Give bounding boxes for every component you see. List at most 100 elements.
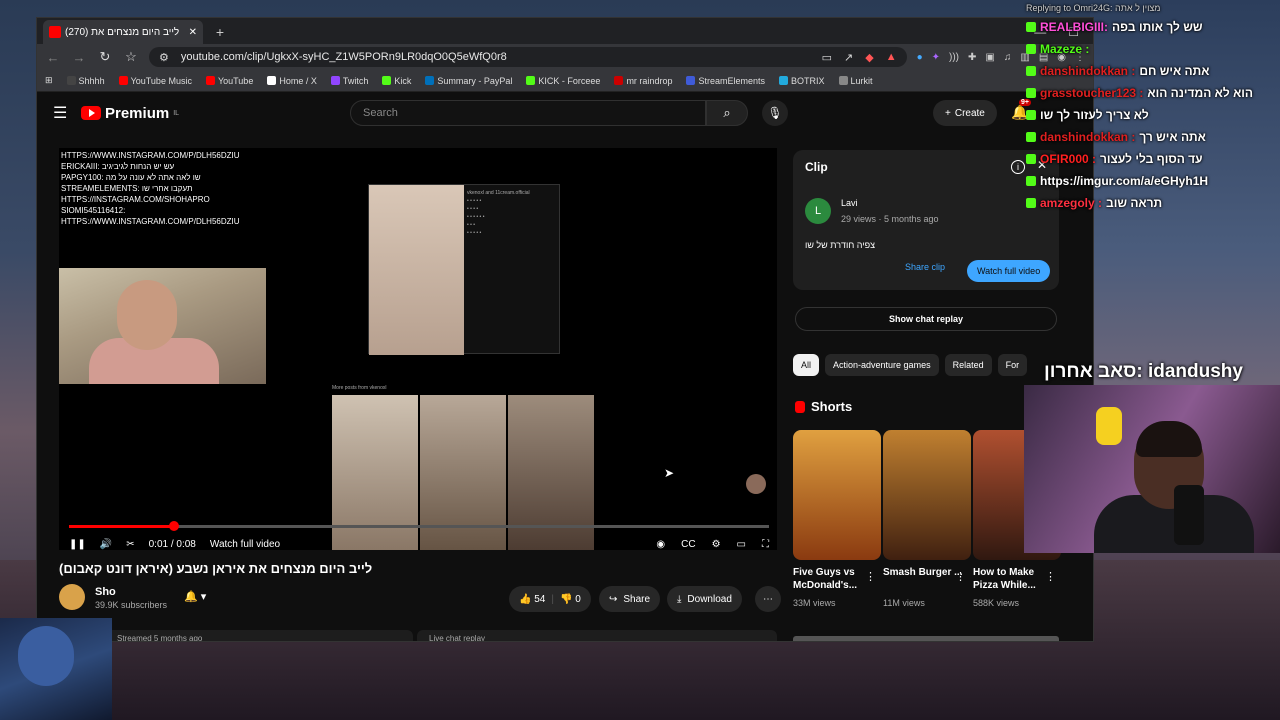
clip-author[interactable]: Lavi xyxy=(841,198,858,208)
scissors-icon[interactable]: ✂ xyxy=(126,539,134,550)
short-thumbnail[interactable] xyxy=(793,430,881,560)
volume-icon[interactable]: 🔊 xyxy=(100,539,112,550)
bookmark-item[interactable]: YouTube Music xyxy=(118,75,192,86)
short-title[interactable]: Smash Burger ... xyxy=(883,566,963,579)
bookmark-label: StreamElements xyxy=(698,75,765,86)
like-button[interactable]: 👍 54 xyxy=(519,594,545,605)
mouse-cursor-icon: ➤ xyxy=(664,466,675,480)
filter-chip[interactable]: All xyxy=(793,354,820,376)
video-player[interactable]: HTTPS://WWW.INSTAGRAM.COM/P/DLH56DZIU ERI… xyxy=(59,148,777,550)
live-chat-replay-box[interactable]: Live chat replay xyxy=(417,630,777,641)
clip-author-avatar[interactable]: L xyxy=(805,198,831,224)
bookmark-item[interactable]: Home / X xyxy=(267,76,317,86)
short-thumbnail[interactable] xyxy=(883,430,971,560)
bookmark-label: mr raindrop xyxy=(626,75,673,86)
watch-full-video-link[interactable]: Watch full video xyxy=(210,539,280,550)
more-vert-icon[interactable]: ⋮ xyxy=(865,570,876,583)
bookmark-icon xyxy=(838,76,848,85)
bookmark-item[interactable]: mr raindrop xyxy=(614,76,672,86)
brave-shield-icon[interactable]: ◆ xyxy=(865,51,873,64)
short-title[interactable]: Five Guys vs McDonald's... xyxy=(793,566,873,592)
recommended-item[interactable] xyxy=(793,636,1059,641)
settings-icon[interactable]: ⚙ xyxy=(712,539,721,550)
voice-search-button[interactable]: 🎙 xyxy=(762,100,788,126)
share-label: Share xyxy=(623,593,651,605)
show-chat-replay-button[interactable]: Show chat replay xyxy=(795,307,1057,331)
extension-icon[interactable]: ✦ xyxy=(932,52,940,63)
fullscreen-icon[interactable]: ⛶ xyxy=(762,539,769,550)
extension-icon[interactable]: ▣ xyxy=(985,52,994,63)
filter-chip[interactable]: Related xyxy=(944,354,992,376)
clip-description: צפיה חודרת של שו xyxy=(805,240,876,250)
subscribed-bell-button[interactable]: 🔔 ▾ xyxy=(184,590,206,603)
reload-icon[interactable]: ↻ xyxy=(97,49,113,65)
bookmark-item[interactable]: Twitch xyxy=(330,75,369,86)
webcam-hair xyxy=(1136,421,1202,457)
filter-chip[interactable]: Action-adventure games xyxy=(825,354,939,376)
music-icon[interactable]: ♫ xyxy=(1004,52,1012,63)
dislike-button[interactable]: 👎 0 xyxy=(560,594,581,605)
bookmark-star-icon[interactable]: ☆ xyxy=(123,49,139,65)
miniplayer-icon[interactable]: ▭ xyxy=(737,539,746,550)
youtube-logo[interactable]: Premium IL xyxy=(81,105,179,122)
scrubber-handle[interactable] xyxy=(169,521,179,531)
download-button[interactable]: ⤓ Download xyxy=(667,586,742,612)
browser-tab[interactable]: לייב היום מנצחים את (270) ✕ xyxy=(43,20,203,44)
pause-icon[interactable]: ❚❚ xyxy=(69,539,86,550)
autoplay-toggle-icon[interactable]: ◉ xyxy=(656,539,665,550)
chat-text: לא צריך לעזור לך שו xyxy=(1040,108,1149,122)
info-icon[interactable]: i xyxy=(1011,160,1025,174)
install-icon[interactable]: ▭ xyxy=(822,51,832,64)
search-input[interactable]: Search xyxy=(350,100,706,126)
description-box[interactable]: Streamed 5 months ago xyxy=(59,630,413,641)
progress-bar[interactable] xyxy=(69,521,769,531)
browser-window: לייב היום מנצחים את (270) ✕ + — ☐ ← → ↻ … xyxy=(36,17,1094,642)
url-field[interactable]: ⚙ youtube.com/clip/UgkxX-syHC_Z1W5PORn9L… xyxy=(149,47,907,67)
clip-heading: Clip xyxy=(805,160,828,174)
short-title[interactable]: How to Make Pizza While... xyxy=(973,566,1053,592)
avatar-figure xyxy=(18,626,74,686)
site-info-icon[interactable]: ⚙ xyxy=(159,51,169,64)
channel-name[interactable]: Sho xyxy=(95,586,116,598)
new-tab-button[interactable]: + xyxy=(209,24,231,40)
bookmark-item[interactable]: Kick xyxy=(382,76,411,86)
puzzle-icon[interactable]: ✚ xyxy=(968,52,976,63)
bookmark-label: YouTube Music xyxy=(130,75,192,86)
more-vert-icon[interactable]: ⋮ xyxy=(955,570,966,583)
captions-icon[interactable]: CC xyxy=(681,539,695,550)
video-chat-line: HTTPS://WWW.INSTAGRAM.COM/P/DLH56DZIU xyxy=(61,217,240,226)
bookmark-item[interactable]: KICK - Forceee xyxy=(526,76,600,86)
channel-avatar[interactable] xyxy=(59,584,85,610)
extension-icon[interactable]: ● xyxy=(917,52,923,63)
create-button[interactable]: + Create xyxy=(933,100,997,126)
badge-icon xyxy=(1026,88,1036,98)
bookmark-item[interactable]: BOTRIX xyxy=(778,75,825,86)
bookmark-item[interactable]: YouTube xyxy=(205,75,254,86)
hamburger-menu-icon[interactable]: ☰ xyxy=(53,103,81,123)
more-actions-button[interactable]: ⋯ xyxy=(755,586,781,612)
search-button[interactable]: ⌕ xyxy=(706,100,748,126)
bookmark-item[interactable]: Lurkit xyxy=(838,76,873,86)
bookmark-label: BOTRIX xyxy=(790,75,825,86)
bookmark-item[interactable]: StreamElements xyxy=(686,76,765,86)
close-tab-icon[interactable]: ✕ xyxy=(189,27,197,38)
instagram-comments: vkenoxl and 11cream.official • • • • • • •… xyxy=(467,190,530,236)
forward-icon[interactable]: → xyxy=(71,50,87,65)
share-clip-button[interactable]: Share clip xyxy=(905,262,945,272)
rewards-icon[interactable]: ▲ xyxy=(886,51,897,63)
extension-icon[interactable]: ))) xyxy=(949,52,959,63)
clip-meta: 29 views · 5 months ago xyxy=(841,214,939,224)
apps-grid-icon[interactable]: ⊞ xyxy=(45,75,53,86)
watch-full-video-button[interactable]: Watch full video xyxy=(967,260,1051,282)
share-button[interactable]: ↪ Share xyxy=(599,586,661,612)
bookmark-label: Twitch xyxy=(342,75,369,86)
bookmark-label: YouTube xyxy=(217,75,254,86)
bookmark-icon xyxy=(614,76,624,85)
bookmark-item[interactable]: Shhhh xyxy=(66,76,105,86)
share-icon[interactable]: ↗ xyxy=(844,51,853,64)
filter-chip[interactable]: For xyxy=(997,354,1028,376)
bookmark-item[interactable]: Summary - PayPal xyxy=(425,76,512,86)
time-display: 0:01 / 0:08 xyxy=(148,538,196,550)
more-vert-icon[interactable]: ⋮ xyxy=(1045,570,1056,583)
back-icon[interactable]: ← xyxy=(45,50,61,65)
